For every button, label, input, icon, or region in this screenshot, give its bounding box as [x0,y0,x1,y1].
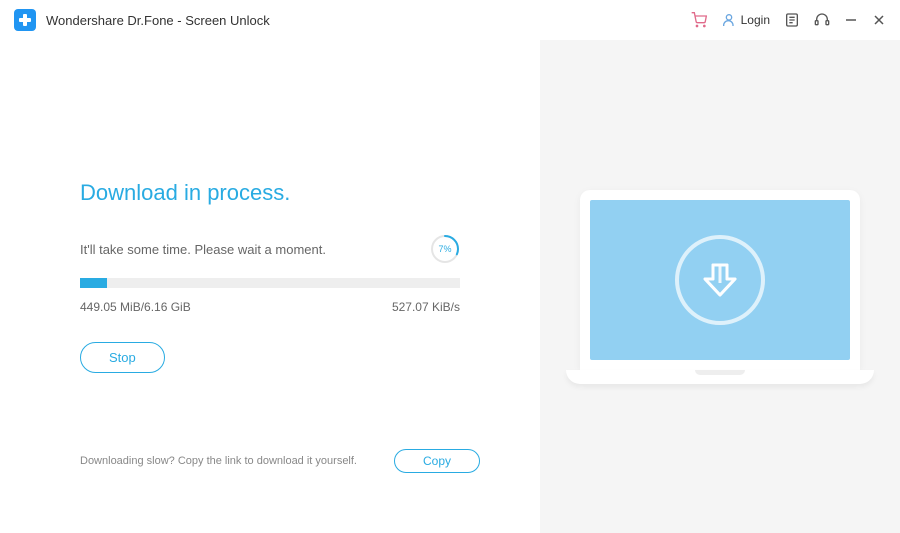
close-button[interactable] [872,13,886,27]
titlebar-controls: Login [691,12,886,28]
subtext-row: It'll take some time. Please wait a mome… [80,234,460,264]
login-label: Login [741,13,770,27]
minimize-button[interactable] [844,13,858,27]
titlebar: Wondershare Dr.Fone - Screen Unlock Logi… [0,0,900,40]
laptop-display [590,200,850,360]
progress-bar [80,278,460,288]
cart-icon[interactable] [691,12,707,28]
feedback-icon[interactable] [784,12,800,28]
slow-download-text: Downloading slow? Copy the link to downl… [80,455,357,467]
laptop-illustration [580,190,860,384]
footer-row: Downloading slow? Copy the link to downl… [80,449,480,473]
support-icon[interactable] [814,12,830,28]
laptop-screen [580,190,860,370]
copy-button[interactable]: Copy [394,449,480,473]
wait-message: It'll take some time. Please wait a mome… [80,242,326,257]
progress-fill [80,278,107,288]
progress-stats: 449.05 MiB/6.16 GiB 527.07 KiB/s [80,300,460,314]
downloaded-size: 449.05 MiB/6.16 GiB [80,300,191,314]
app-title: Wondershare Dr.Fone - Screen Unlock [46,13,691,28]
download-arrow-icon [675,235,765,325]
content: Download in process. It'll take some tim… [0,40,900,533]
download-speed: 527.07 KiB/s [392,300,460,314]
stop-button[interactable]: Stop [80,342,165,373]
login-button[interactable]: Login [721,12,770,28]
left-panel: Download in process. It'll take some tim… [0,40,540,533]
laptop-notch [695,370,745,375]
progress-percent-label: 7% [438,244,451,254]
laptop-base [566,370,874,384]
app-logo-icon [14,9,36,31]
right-panel [540,40,900,533]
page-heading: Download in process. [80,180,460,206]
progress-circle: 7% [430,234,460,264]
